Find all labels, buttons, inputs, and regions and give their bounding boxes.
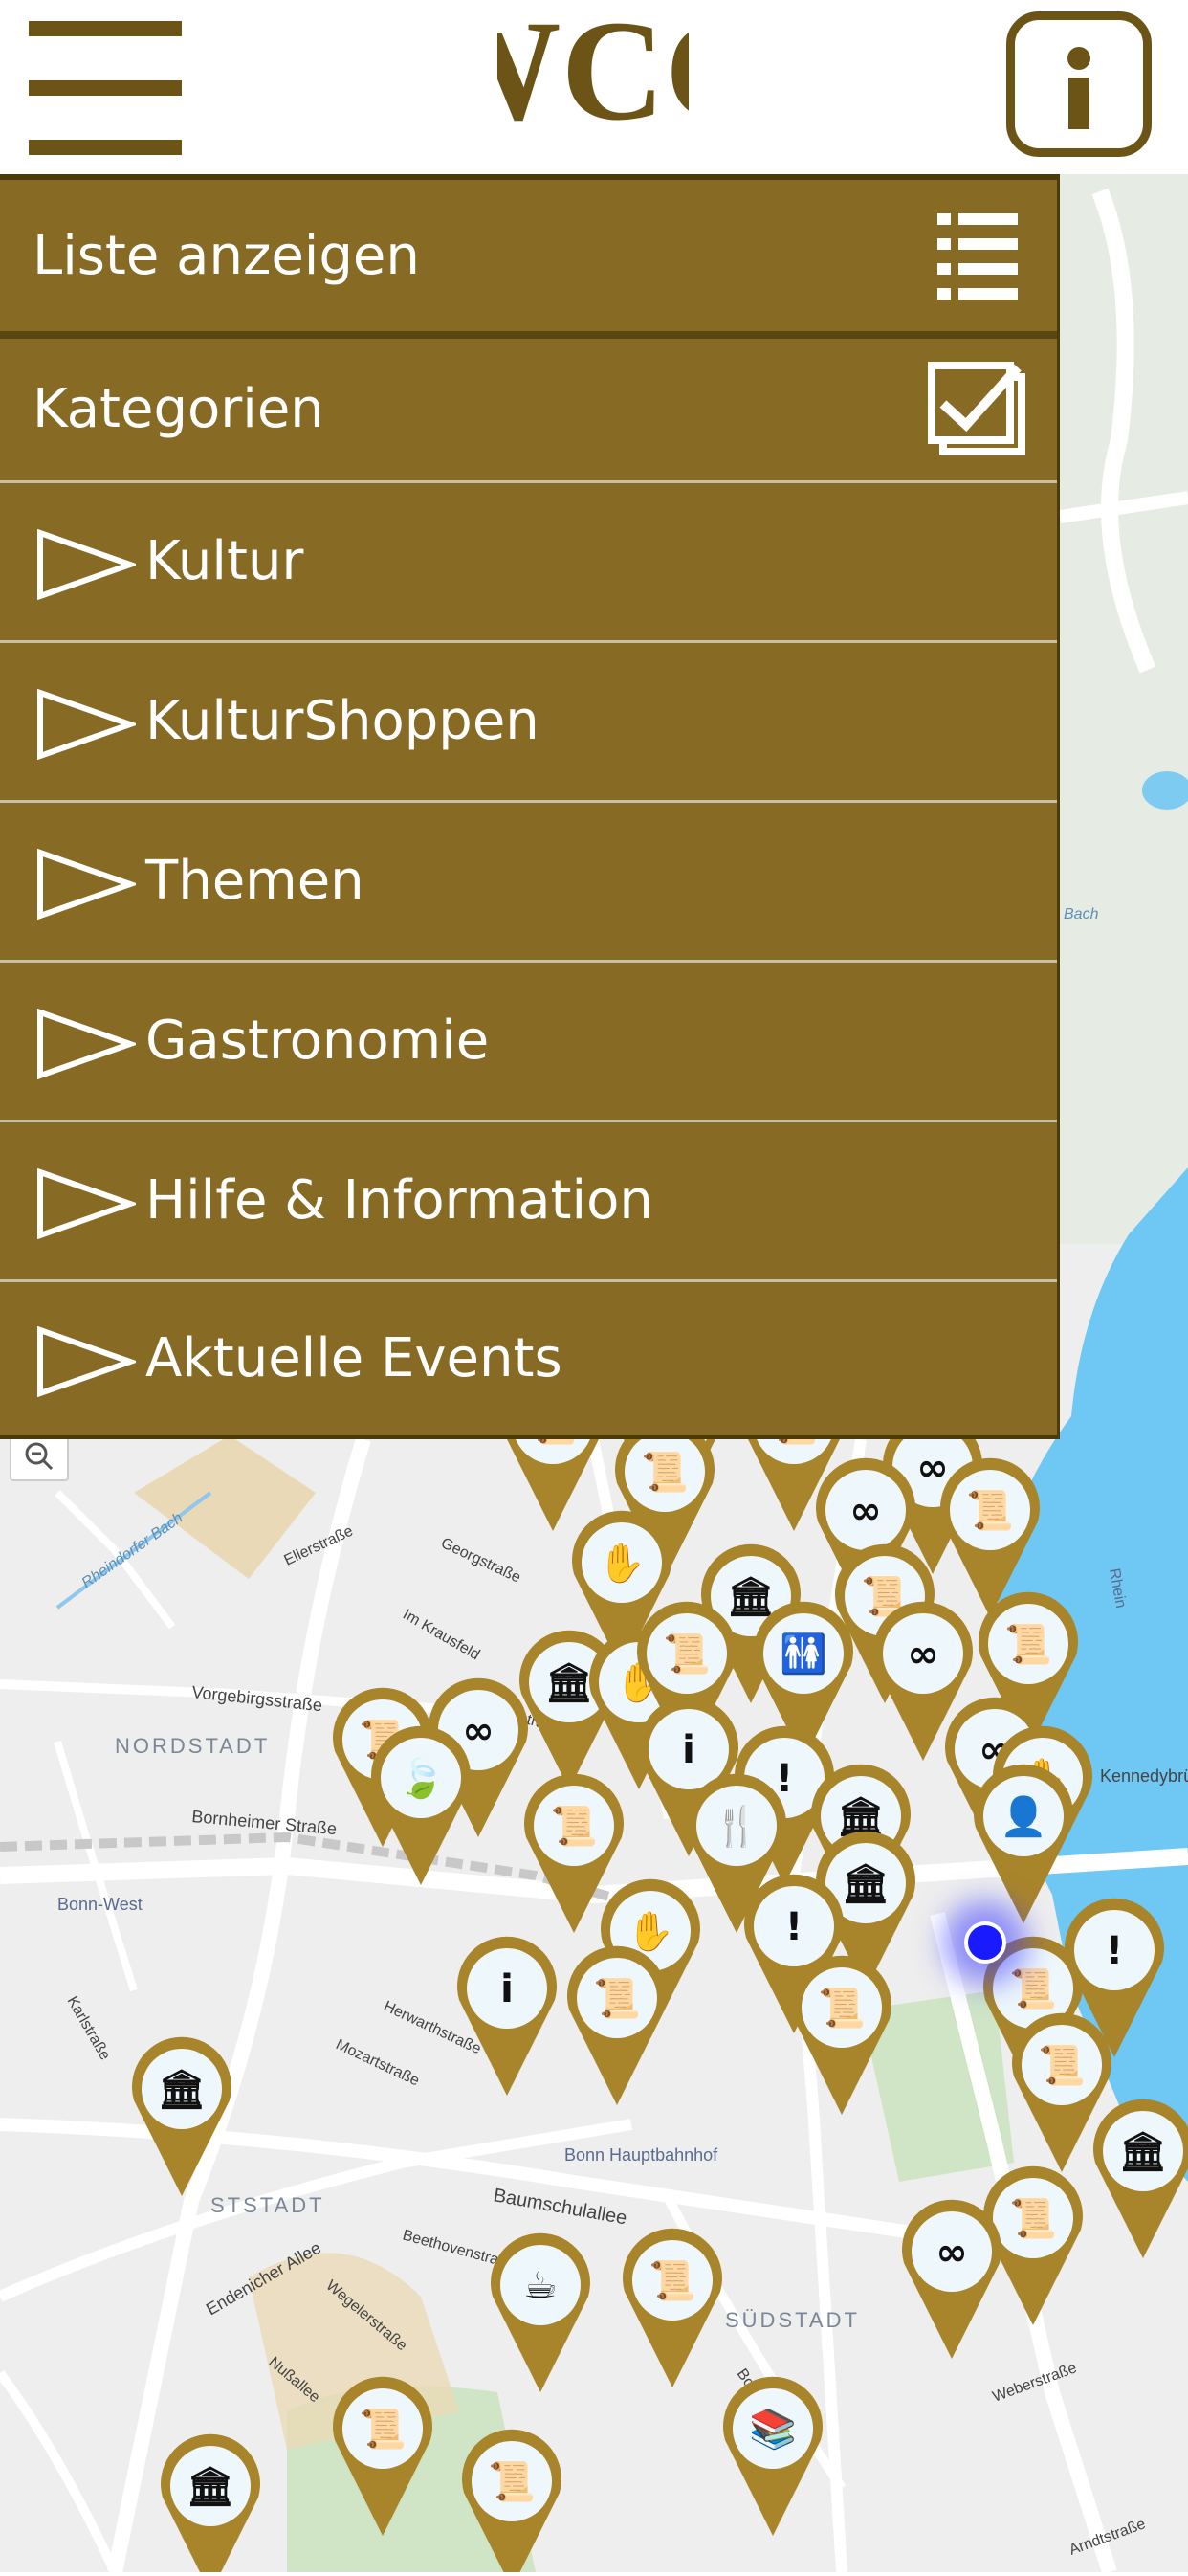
svg-text:📜: 📜 (550, 1805, 598, 1849)
svg-text:∞: ∞ (916, 1446, 948, 1490)
svg-text:✋: ✋ (627, 1909, 674, 1954)
svg-text:i: i (682, 1728, 695, 1772)
svg-text:🏛: 🏛 (158, 2068, 207, 2112)
expand-triangle-icon (37, 529, 136, 600)
svg-text:!: ! (785, 1905, 803, 1949)
category-label: Hilfe & Information (145, 1169, 653, 1232)
svg-text:📜: 📜 (593, 1977, 641, 2021)
category-hilfe-information[interactable]: Hilfe & Information (0, 1122, 1057, 1279)
svg-text:📜: 📜 (818, 1987, 866, 2031)
category-aktuelle-events[interactable]: Aktuelle Events (0, 1282, 1057, 1435)
svg-text:🏛: 🏛 (545, 1661, 594, 1705)
svg-text:📚: 📚 (749, 2408, 797, 2452)
wcc-logo: WCC (497, 4, 689, 150)
app-header: WCC (0, 0, 1188, 174)
svg-text:🏛: 🏛 (1119, 2130, 1168, 2174)
svg-text:WCC: WCC (497, 4, 689, 150)
svg-text:📜: 📜 (966, 1489, 1014, 1533)
category-label: Themen (145, 850, 364, 912)
svg-text:📜: 📜 (1009, 2197, 1057, 2241)
expand-triangle-icon (37, 849, 136, 920)
svg-text:✋: ✋ (598, 1541, 646, 1586)
svg-text:📜: 📜 (1004, 1623, 1052, 1667)
svg-text:📜: 📜 (641, 1451, 689, 1495)
categories-label: Kategorien (33, 378, 324, 440)
svg-text:🏛: 🏛 (842, 1862, 891, 1906)
svg-text:∞: ∞ (462, 1709, 494, 1753)
svg-text:∞: ∞ (907, 1632, 938, 1677)
expand-triangle-icon (37, 1326, 136, 1397)
svg-text:📜: 📜 (1009, 1967, 1057, 2011)
user-location-marker (964, 1921, 1006, 1964)
show-list-label: Liste anzeigen (33, 225, 420, 287)
category-kulturshoppen[interactable]: KulturShoppen (0, 643, 1057, 800)
svg-text:🚻: 🚻 (780, 1632, 827, 1677)
svg-text:☕: ☕ (523, 2264, 558, 2308)
hamburger-menu-icon[interactable] (29, 21, 182, 155)
svg-text:🍃: 🍃 (397, 1755, 445, 1801)
category-drawer: Liste anzeigen Kategorien Kultur KulturS… (0, 174, 1060, 1439)
svg-text:📜: 📜 (663, 1632, 711, 1677)
svg-text:Kennedybrücke: Kennedybrücke (1100, 1766, 1188, 1786)
checkbox-icon (928, 362, 1025, 455)
list-icon (937, 213, 1018, 300)
info-icon[interactable] (1006, 11, 1152, 157)
category-themen[interactable]: Themen (0, 803, 1057, 960)
svg-text:Bonn Hauptbahnhof: Bonn Hauptbahnhof (564, 2145, 718, 2165)
svg-text:🏛: 🏛 (727, 1575, 776, 1619)
expand-triangle-icon (37, 689, 136, 760)
svg-text:📜: 📜 (488, 2460, 536, 2504)
svg-text:👤: 👤 (1000, 1794, 1047, 1839)
svg-text:∞: ∞ (935, 2231, 967, 2275)
category-kultur[interactable]: Kultur (0, 483, 1057, 640)
svg-text:Bach: Bach (1064, 906, 1099, 922)
district-nordstadt: NORDSTADT (115, 1734, 270, 1758)
svg-text:STSTADT: STSTADT (210, 2193, 325, 2217)
svg-text:📜: 📜 (649, 2259, 696, 2303)
svg-text:📜: 📜 (359, 2408, 407, 2452)
svg-text:🍴: 🍴 (713, 1804, 760, 1849)
category-gastronomie[interactable]: Gastronomie (0, 963, 1057, 1120)
svg-text:Bonn-West: Bonn-West (57, 1895, 143, 1914)
svg-text:∞: ∞ (849, 1489, 881, 1533)
show-list-button[interactable]: Liste anzeigen (0, 180, 1057, 333)
svg-text:!: ! (776, 1757, 793, 1801)
expand-triangle-icon (37, 1168, 136, 1239)
svg-text:📜: 📜 (1038, 2044, 1086, 2088)
category-label: Gastronomie (145, 1010, 490, 1072)
expand-triangle-icon (37, 1009, 136, 1079)
category-label: Kultur (145, 530, 304, 592)
svg-text:i: i (500, 1967, 514, 2011)
svg-text:!: ! (1106, 1929, 1123, 1973)
category-label: Aktuelle Events (145, 1327, 562, 1389)
svg-text:SÜDSTADT: SÜDSTADT (725, 2308, 860, 2332)
category-label: KulturShoppen (145, 690, 539, 752)
svg-text:🏛: 🏛 (187, 2465, 235, 2509)
categories-header[interactable]: Kategorien (0, 339, 1057, 480)
